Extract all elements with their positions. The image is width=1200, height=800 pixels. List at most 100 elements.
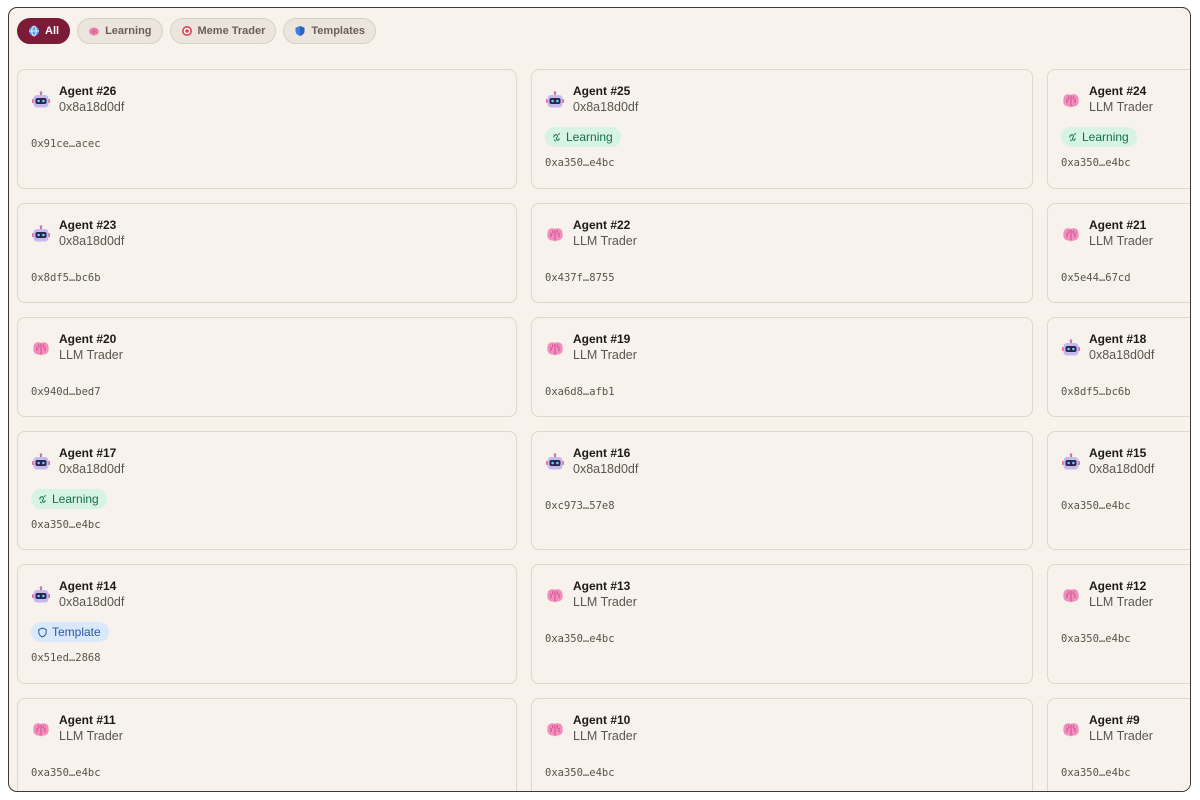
agent-address: 0x940d…bed7 [31,386,101,398]
agent-card-header: Agent #23 0x8a18d0df [31,217,516,249]
agent-address: 0xa350…e4bc [31,519,101,531]
brain-icon [89,27,100,36]
agent-card-text: Agent #19 LLM Trader [573,331,637,363]
agent-card-text: Agent #11 LLM Trader [59,712,123,744]
agent-name: Agent #19 [573,332,631,346]
learning-icon [37,494,48,505]
agent-card[interactable]: Agent #20 LLM Trader 0x940d…bed7 [17,317,517,417]
agent-subtitle: 0x8a18d0df [1089,348,1155,362]
filter-meme-trader-label: Meme Trader [197,25,266,37]
agent-address: 0xa350…e4bc [1061,767,1131,779]
brain-icon [1061,586,1081,606]
brain-icon [1061,91,1081,111]
agent-address: 0xc973…57e8 [545,500,615,512]
agent-subtitle: LLM Trader [573,234,637,248]
agent-address: 0x91ce…acec [31,138,101,150]
filter-templates-label: Templates [311,25,365,37]
robot-icon [31,453,51,473]
badge-label: Learning [566,130,613,144]
agent-name: Agent #15 [1089,446,1147,460]
shield-icon [295,26,305,36]
agent-card[interactable]: Agent #24 LLM Trader Learning 0xa350…e4bc [1047,69,1190,189]
agent-name: Agent #16 [573,446,631,460]
agent-card[interactable]: Agent #19 LLM Trader 0xa6d8…afb1 [531,317,1033,417]
agent-subtitle: 0x8a18d0df [573,462,639,476]
learning-icon [551,132,562,143]
agent-card-text: Agent #16 0x8a18d0df [573,445,638,477]
filter-templates-chip[interactable]: Templates [283,18,376,44]
agent-card-header: Agent #20 LLM Trader [31,331,516,363]
brain-icon [545,586,565,606]
filter-meme-trader-chip[interactable]: Meme Trader [169,18,277,44]
brain-icon [545,720,565,740]
learning-badge: Learning [545,127,621,147]
agent-card-header: Agent #11 LLM Trader [31,712,516,744]
agent-card-text: Agent #13 LLM Trader [573,578,637,610]
agent-subtitle: 0x8a18d0df [59,100,125,114]
agent-card[interactable]: Agent #22 LLM Trader 0x437f…8755 [531,203,1033,303]
agent-subtitle: LLM Trader [573,595,637,609]
agent-card[interactable]: Agent #13 LLM Trader 0xa350…e4bc [531,564,1033,684]
agent-card[interactable]: Agent #26 0x8a18d0df 0x91ce…acec [17,69,517,189]
agent-card[interactable]: Agent #11 LLM Trader 0xa350…e4bc [17,698,517,791]
agent-address: 0xa6d8…afb1 [545,386,615,398]
agent-subtitle: 0x8a18d0df [573,100,639,114]
agent-name: Agent #11 [59,713,116,727]
agent-card[interactable]: Agent #17 0x8a18d0df Learning 0xa350…e4bc [17,431,517,550]
agent-name: Agent #17 [59,446,117,460]
agent-card[interactable]: Agent #9 LLM Trader 0xa350…e4bc [1047,698,1190,791]
globe-icon [29,25,39,37]
agent-card-text: Agent #26 0x8a18d0df [59,83,124,115]
agent-subtitle: LLM Trader [1089,595,1153,609]
agent-subtitle: LLM Trader [1089,100,1153,114]
agent-name: Agent #14 [59,579,117,593]
agent-card-text: Agent #9 LLM Trader [1089,712,1153,744]
agent-address: 0xa350…e4bc [1061,157,1131,169]
agent-card-header: Agent #19 LLM Trader [545,331,1032,363]
target-icon [181,26,192,36]
agent-card[interactable]: Agent #16 0x8a18d0df 0xc973…57e8 [531,431,1033,550]
robot-icon [31,586,51,606]
agent-card[interactable]: Agent #25 0x8a18d0df Learning 0xa350…e4bc [531,69,1033,189]
badge-label: Learning [1082,130,1129,144]
agent-name: Agent #23 [59,218,117,232]
agent-address: 0xa350…e4bc [1061,633,1131,645]
agent-card-text: Agent #15 0x8a18d0df [1089,445,1154,477]
agent-card-text: Agent #20 LLM Trader [59,331,123,363]
robot-icon [545,453,565,473]
agent-address: 0x51ed…2868 [31,652,101,664]
agent-card-header: Agent #9 LLM Trader [1061,712,1190,744]
agent-card[interactable]: Agent #10 LLM Trader 0xa350…e4bc [531,698,1033,791]
robot-icon [31,91,51,111]
agent-subtitle: 0x8a18d0df [59,595,125,609]
filter-learning-chip[interactable]: Learning [77,18,163,44]
agent-name: Agent #18 [1089,332,1147,346]
agent-card-header: Agent #13 LLM Trader [545,578,1032,610]
learning-badge: Learning [1061,127,1137,147]
agent-name: Agent #21 [1089,218,1147,232]
agent-name: Agent #24 [1089,84,1147,98]
agent-card-text: Agent #17 0x8a18d0df [59,445,124,477]
learning-badge: Learning [31,489,107,509]
brain-icon [545,339,565,359]
agent-card[interactable]: Agent #21 LLM Trader 0x5e44…67cd [1047,203,1190,303]
agent-card-header: Agent #18 0x8a18d0df [1061,331,1190,363]
agent-card-header: Agent #10 LLM Trader [545,712,1032,744]
agent-card-header: Agent #26 0x8a18d0df [31,83,516,115]
agent-card[interactable]: Agent #15 0x8a18d0df 0xa350…e4bc [1047,431,1190,550]
agent-subtitle: LLM Trader [1089,729,1153,743]
agent-card[interactable]: Agent #14 0x8a18d0df Template 0x51ed…2868 [17,564,517,684]
agent-name: Agent #13 [573,579,631,593]
badge-label: Template [52,625,101,639]
agent-card[interactable]: Agent #12 LLM Trader 0xa350…e4bc [1047,564,1190,684]
agent-address: 0xa350…e4bc [545,157,615,169]
agent-subtitle: LLM Trader [573,348,637,362]
agent-card-text: Agent #22 LLM Trader [573,217,637,249]
agent-subtitle: 0x8a18d0df [1089,462,1155,476]
filter-all-chip[interactable]: All [17,18,71,44]
badge-label: Learning [52,492,99,506]
agent-address: 0xa350…e4bc [31,767,101,779]
agent-address: 0xa350…e4bc [1061,500,1131,512]
agent-card[interactable]: Agent #23 0x8a18d0df 0x8df5…bc6b [17,203,517,303]
agent-card[interactable]: Agent #18 0x8a18d0df 0x8df5…bc6b [1047,317,1190,417]
